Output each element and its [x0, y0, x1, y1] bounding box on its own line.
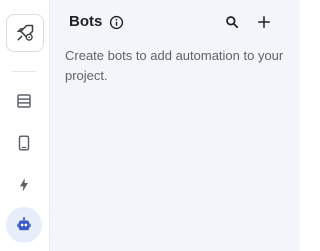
search-button[interactable]: [221, 11, 243, 33]
bots-panel: Bots Create bots to add automation to yo…: [50, 0, 300, 251]
nav-rail: [0, 0, 50, 251]
rail-item-bots[interactable]: [6, 207, 42, 243]
info-icon[interactable]: [109, 15, 124, 30]
rail-item-automation[interactable]: [7, 168, 41, 202]
rail-divider: [12, 71, 36, 72]
rail-item-data[interactable]: [7, 84, 41, 118]
panel-header: Bots: [69, 13, 124, 31]
page-title: Bots: [69, 13, 103, 30]
rail-item-app[interactable]: [7, 126, 41, 160]
add-icon: [257, 15, 271, 29]
empty-state-description: Create bots to add automation to your pr…: [65, 48, 284, 83]
table-icon: [17, 94, 31, 108]
bot-icon: [17, 217, 31, 231]
add-bot-button[interactable]: [253, 11, 275, 33]
header-actions: [221, 11, 275, 33]
search-icon: [226, 16, 239, 29]
mobile-icon: [18, 135, 30, 151]
lightning-icon: [20, 178, 28, 192]
rocket-settings-icon: [16, 24, 34, 41]
app-logo-button[interactable]: [6, 14, 44, 52]
